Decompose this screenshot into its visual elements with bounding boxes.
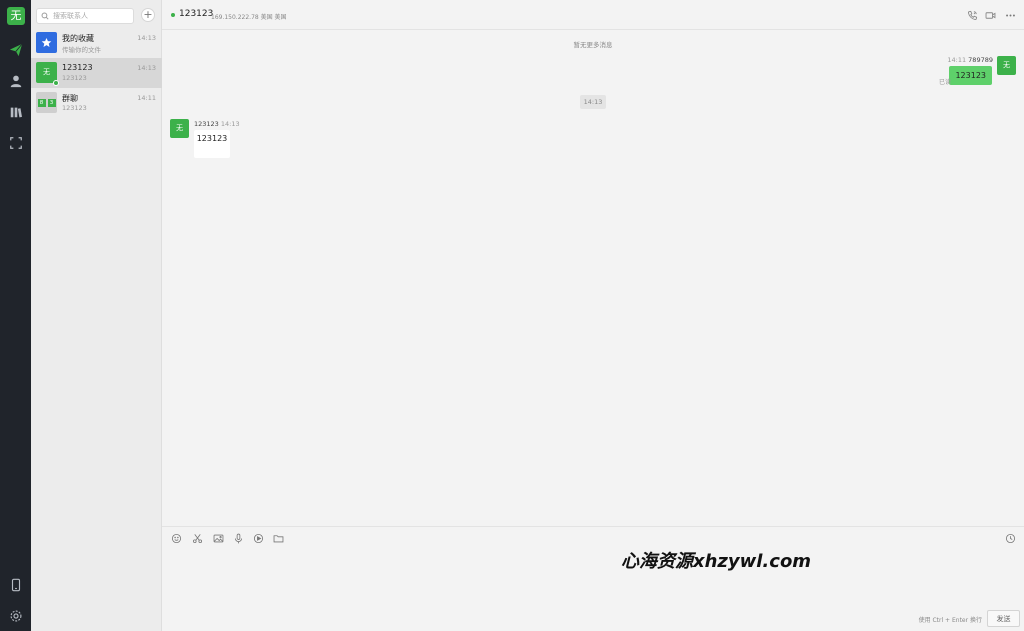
star-icon xyxy=(41,38,52,47)
nav-contacts[interactable] xyxy=(6,71,26,91)
contact-list-panel: + 我的收藏 传输你的文件 14:13 无 123123 123123 14:1… xyxy=(31,0,162,631)
chat-ip-location: 169.150.222.78 美国 美国 xyxy=(211,14,287,21)
nav-chat[interactable] xyxy=(6,40,26,60)
online-indicator xyxy=(53,80,59,86)
send-button[interactable]: 发送 xyxy=(987,610,1020,627)
chat-header: 123123 169.150.222.78 美国 美国 xyxy=(162,0,1024,30)
message-composer: 使用 Ctrl + Enter 换行 发送 xyxy=(162,526,1024,631)
contact-name: 123123 xyxy=(62,63,93,72)
emoji-button[interactable] xyxy=(170,532,182,544)
add-contact-button[interactable]: + xyxy=(141,8,155,22)
video-call-button[interactable] xyxy=(984,9,996,21)
message-meta: 14:11 789789 xyxy=(947,56,993,64)
contact-name: 群聊 xyxy=(62,94,78,103)
contact-preview: 123123 xyxy=(62,74,87,82)
video-button[interactable] xyxy=(252,532,264,544)
group-avatar-cell: 8 xyxy=(37,98,46,107)
settings-icon xyxy=(10,610,22,622)
contact-time: 14:13 xyxy=(137,64,156,72)
avatar[interactable]: 无 xyxy=(170,119,189,138)
contact-item-group[interactable]: 8 3 群聊 123123 14:11 xyxy=(31,88,162,118)
phone-icon xyxy=(11,578,21,592)
message-sender: 789789 xyxy=(968,56,993,64)
shortcut-hint: 使用 Ctrl + Enter 换行 xyxy=(918,617,982,624)
contacts-icon xyxy=(10,75,22,88)
contact-time: 14:13 xyxy=(137,34,156,42)
search-input[interactable] xyxy=(53,12,133,20)
more-dots-icon xyxy=(1005,14,1015,16)
microphone-icon xyxy=(234,533,242,543)
image-icon xyxy=(213,534,223,542)
nav-rail: 无 xyxy=(0,0,31,631)
emoji-icon xyxy=(171,533,181,543)
contact-preview: 传输你的文件 xyxy=(62,46,101,54)
chat-title: 123123 xyxy=(179,9,214,19)
phone-call-icon xyxy=(967,10,977,20)
online-status-dot xyxy=(171,13,175,17)
message-input[interactable] xyxy=(170,549,1010,604)
chat-panel: 123123 169.150.222.78 美国 美国 暂无更多消息 14:11… xyxy=(162,0,1024,631)
message-meta: 123123 14:13 xyxy=(194,120,240,128)
screenshot-button[interactable] xyxy=(191,532,203,544)
contact-item-123123[interactable]: 无 123123 123123 14:13 xyxy=(31,58,162,88)
message-bubble-incoming[interactable]: 123123 xyxy=(194,130,230,158)
contact-name: 我的收藏 xyxy=(62,34,94,43)
nav-phone[interactable] xyxy=(6,575,26,595)
group-avatar-cell: 3 xyxy=(47,98,56,107)
search-icon xyxy=(41,12,49,20)
clock-icon xyxy=(1005,533,1015,543)
voice-button[interactable] xyxy=(232,532,244,544)
avatar xyxy=(36,32,57,53)
play-circle-icon xyxy=(253,533,263,543)
image-button[interactable] xyxy=(212,532,224,544)
screenshot-icon xyxy=(10,137,22,149)
contact-item-favorites[interactable]: 我的收藏 传输你的文件 14:13 xyxy=(31,28,162,58)
time-separator: 14:13 xyxy=(580,95,606,109)
more-options-button[interactable] xyxy=(1004,9,1016,21)
search-box xyxy=(36,8,134,24)
library-icon xyxy=(10,107,22,118)
avatar[interactable]: 无 xyxy=(997,56,1016,75)
message-bubble-outgoing[interactable]: 123123 xyxy=(949,66,992,85)
message-time: 14:11 xyxy=(947,56,967,64)
voice-call-button[interactable] xyxy=(966,9,978,21)
group-avatar: 8 3 xyxy=(36,92,57,113)
nav-screenshot[interactable] xyxy=(6,133,26,153)
send-icon xyxy=(9,43,23,57)
video-camera-icon xyxy=(985,11,995,19)
message-time: 14:13 xyxy=(220,120,240,128)
contact-preview: 123123 xyxy=(62,104,87,112)
watermark-text: 心海资源xhzywl.com xyxy=(621,551,812,572)
history-button[interactable] xyxy=(1004,532,1016,544)
file-button[interactable] xyxy=(272,532,284,544)
no-more-messages: 暂无更多消息 xyxy=(573,41,613,49)
folder-icon xyxy=(273,534,283,542)
nav-settings[interactable] xyxy=(6,606,26,626)
app-logo: 无 xyxy=(7,7,25,25)
nav-library[interactable] xyxy=(6,102,26,122)
contact-time: 14:11 xyxy=(137,94,156,102)
message-sender: 123123 xyxy=(194,120,219,128)
scissors-icon xyxy=(192,533,202,543)
read-status: 已读 xyxy=(938,79,951,86)
